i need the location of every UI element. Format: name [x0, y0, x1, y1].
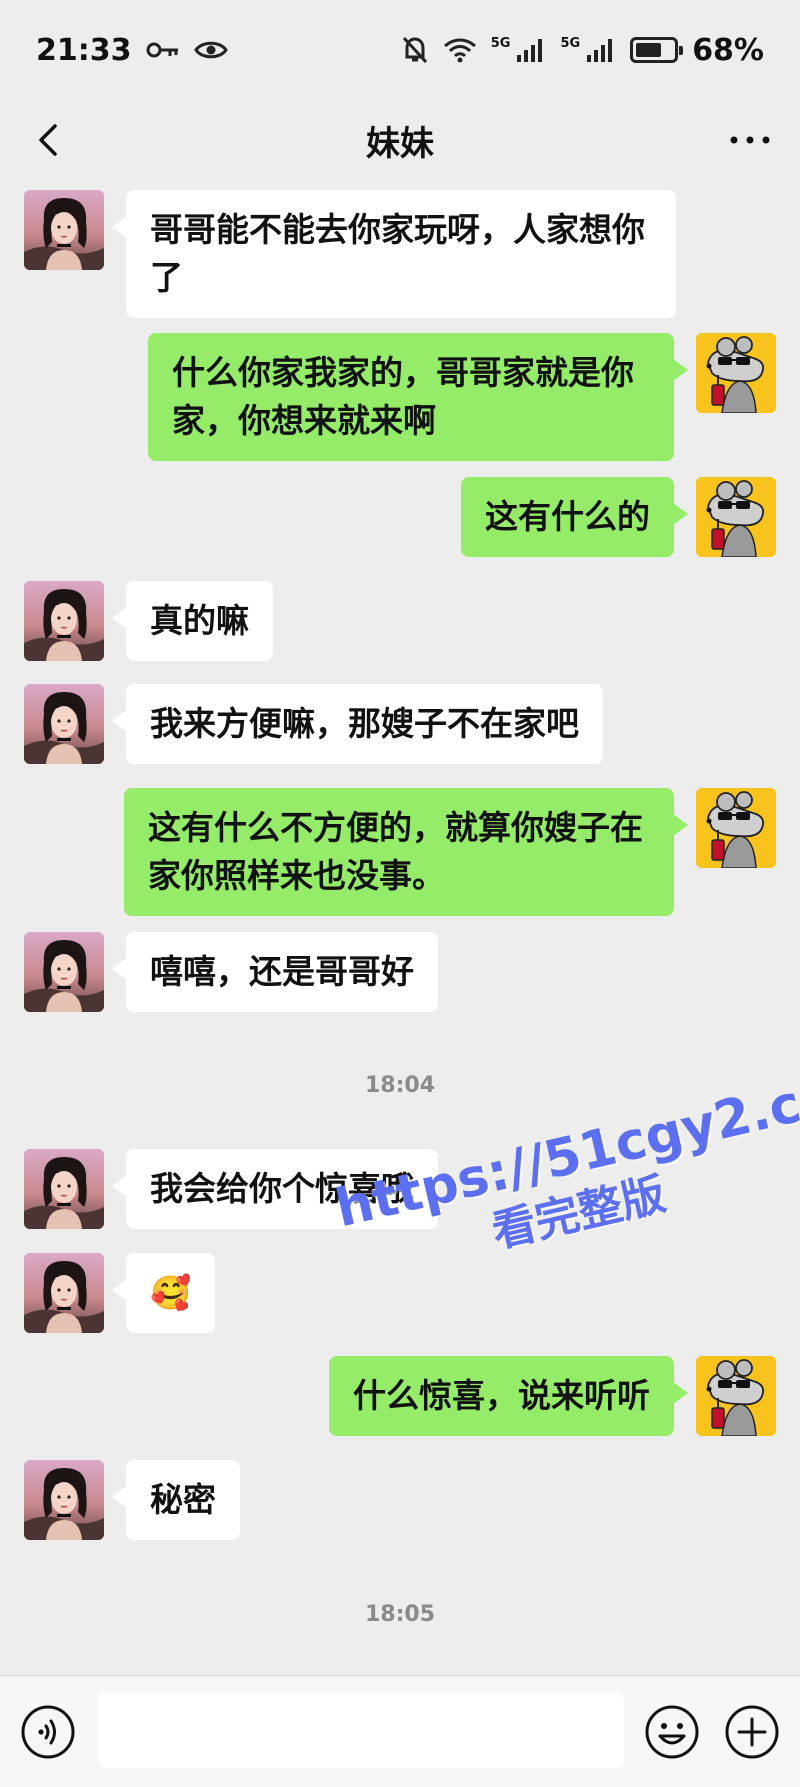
contact-avatar[interactable]	[24, 1253, 104, 1333]
battery-icon	[630, 37, 684, 63]
message-bubble-received[interactable]: 秘密	[112, 1460, 240, 1540]
plus-icon	[725, 1705, 779, 1759]
message-timestamp: 18:04	[364, 1073, 436, 1098]
contact-avatar[interactable]	[24, 581, 104, 661]
my-avatar[interactable]	[696, 1356, 776, 1436]
my-avatar[interactable]	[696, 788, 776, 868]
signal-icon	[516, 37, 546, 63]
message-bubble-sent[interactable]: 什么惊喜，说来听听	[329, 1356, 688, 1436]
message-input[interactable]	[98, 1692, 624, 1768]
chevron-left-icon	[39, 124, 57, 156]
key-icon	[146, 40, 180, 60]
status-right: 5G 5G 68%	[401, 33, 764, 68]
wifi-icon	[443, 37, 477, 63]
signal-icon	[586, 37, 616, 63]
message-bubble-received[interactable]: 真的嘛	[112, 581, 273, 661]
chat-header: 妹妹	[0, 100, 800, 180]
status-time: 21:33	[36, 32, 132, 68]
contact-avatar[interactable]	[24, 1460, 104, 1540]
more-dots-icon	[730, 136, 770, 144]
network-label-1: 5G	[490, 35, 511, 51]
battery-fill	[636, 43, 661, 57]
contact-avatar[interactable]	[24, 684, 104, 764]
message-bubble-received[interactable]: 哥哥能不能去你家玩呀，人家想你了	[112, 190, 676, 318]
chat-title: 妹妹	[366, 123, 434, 164]
message-bubble-sent[interactable]: 这有什么的	[461, 477, 688, 557]
message-bubble-sent[interactable]: 什么你家我家的，哥哥家就是你家，你想来就来啊	[148, 333, 688, 461]
contact-avatar[interactable]	[24, 190, 104, 270]
emoji-icon	[645, 1705, 699, 1759]
contact-avatar[interactable]	[24, 932, 104, 1012]
message-bubble-received[interactable]: 我来方便嘛，那嫂子不在家吧	[112, 684, 603, 764]
contact-avatar[interactable]	[24, 1149, 104, 1229]
message-bubble-sent[interactable]: 这有什么不方便的，就算你嫂子在家你照样来也没事。	[124, 788, 688, 916]
message-timestamp: 18:05	[364, 1602, 436, 1627]
voice-icon	[21, 1705, 75, 1759]
chat-area[interactable]: 哥哥能不能去你家玩呀，人家想你了 什么你家我家的，哥哥家就是你家，你想来就来啊 …	[0, 180, 800, 1675]
back-button[interactable]	[28, 118, 72, 162]
my-avatar[interactable]	[696, 333, 776, 413]
message-bubble-received[interactable]: 🥰	[111, 1253, 216, 1333]
voice-button[interactable]	[20, 1704, 76, 1760]
battery-percent: 68%	[692, 32, 764, 68]
mute-bell-icon	[401, 35, 429, 65]
status-bar: 21:33 5G 5G 68%	[0, 0, 800, 100]
plus-button[interactable]	[724, 1704, 780, 1760]
my-avatar[interactable]	[696, 477, 776, 557]
network-label-2: 5G	[560, 35, 581, 51]
more-button[interactable]	[726, 130, 774, 150]
eye-icon	[193, 39, 228, 61]
message-bubble-received[interactable]: 嘻嘻，还是哥哥好	[112, 932, 438, 1012]
input-bar	[0, 1675, 800, 1787]
emoji-button[interactable]	[644, 1704, 700, 1760]
status-left: 21:33	[36, 33, 228, 68]
